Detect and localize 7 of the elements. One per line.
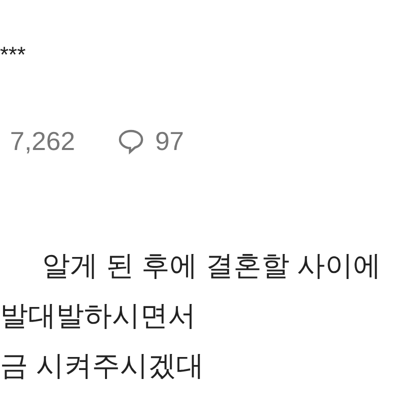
comment-icon: [117, 127, 146, 155]
masked-name: ***: [0, 44, 26, 66]
comment-count: 97: [155, 128, 184, 154]
body-text-line: 알게 된 후에 결혼할 사이에: [41, 249, 382, 283]
body-text-line: 발대발하시면서: [0, 299, 197, 333]
body-text-line: 금 시켜주시겠대: [0, 349, 205, 383]
view-count: 7,262: [10, 128, 76, 154]
